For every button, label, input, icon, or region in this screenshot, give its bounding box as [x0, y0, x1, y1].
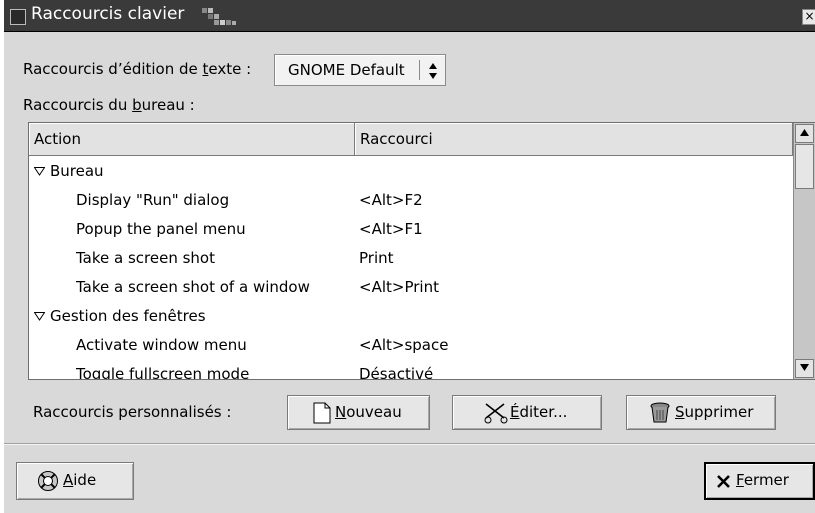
- scrollbar-thumb[interactable]: [795, 144, 814, 189]
- action-cell: Toggle fullscreen mode: [76, 365, 250, 380]
- desktop-shortcuts-label-mnemonic: b: [132, 96, 142, 114]
- shortcut-cell: <Alt>space: [359, 336, 449, 354]
- tree-row[interactable]: Activate window menu <Alt>space: [29, 332, 793, 361]
- text-shortcuts-label-pre: Raccourcis d’édition de: [23, 60, 203, 78]
- group-label: Gestion des fenêtres: [50, 307, 206, 325]
- scissors-icon: [484, 403, 508, 424]
- action-cell: Take a screen shot: [76, 249, 215, 267]
- action-cell: Display "Run" dialog: [76, 191, 230, 209]
- new-button-label: Nouveau: [335, 403, 402, 421]
- shortcut-cell: <Alt>F2: [359, 191, 423, 209]
- close-x-icon: [717, 475, 730, 488]
- edit-button-label: Éditer...: [510, 403, 567, 421]
- column-header-action[interactable]: Action: [29, 123, 355, 156]
- help-button-rest: ide: [73, 471, 97, 489]
- text-shortcuts-label: Raccourcis d’édition de texte :: [23, 60, 251, 78]
- edit-button[interactable]: Éditer...: [452, 395, 602, 430]
- close-button-label: Fermer: [736, 471, 789, 489]
- shortcut-cell: Désactivé: [359, 365, 434, 380]
- vertical-scrollbar[interactable]: [793, 123, 815, 379]
- trash-icon: [650, 402, 670, 423]
- tree-group-row[interactable]: Bureau: [29, 158, 793, 187]
- help-lifebuoy-icon: [38, 471, 58, 491]
- desktop-shortcuts-label-post: ureau :: [141, 96, 195, 114]
- close-icon: ×: [804, 9, 815, 23]
- delete-button-label: Supprimer: [675, 403, 753, 421]
- new-button-rest: ouveau: [346, 403, 402, 421]
- arrow-down-icon: [800, 364, 809, 371]
- help-button[interactable]: Aide: [16, 462, 134, 500]
- edit-button-rest: diter...: [519, 403, 568, 421]
- action-cell: Popup the panel menu: [76, 220, 246, 238]
- delete-button-rest: upprimer: [684, 403, 754, 421]
- desktop-shortcuts-label: Raccourcis du bureau :: [23, 96, 195, 114]
- new-document-icon: [313, 402, 331, 424]
- close-window-button[interactable]: ×: [802, 9, 815, 25]
- delete-button-mnemonic: S: [675, 403, 685, 421]
- desktop-shortcuts-label-pre: Raccourcis du: [23, 96, 133, 114]
- column-header-action-label: Action: [34, 130, 81, 148]
- custom-shortcuts-label: Raccourcis personnalisés :: [33, 403, 232, 421]
- expander-open-icon[interactable]: [34, 167, 45, 176]
- scroll-up-button[interactable]: [795, 124, 814, 143]
- text-shortcuts-select[interactable]: GNOME Default: [274, 54, 446, 86]
- scroll-down-button[interactable]: [795, 359, 814, 378]
- shortcut-cell: Print: [359, 249, 394, 267]
- action-cell: Take a screen shot of a window: [76, 278, 310, 296]
- title-grip-icon: [202, 8, 236, 25]
- column-header-shortcut[interactable]: Raccourci: [355, 123, 793, 156]
- arrow-up-icon: [800, 129, 809, 136]
- tree-row[interactable]: Take a screen shot of a window <Alt>Prin…: [29, 274, 793, 303]
- window-menu-icon[interactable]: [10, 9, 26, 25]
- text-shortcuts-label-post: exte :: [208, 60, 252, 78]
- keyboard-shortcuts-window: Raccourcis clavier × Raccourcis d’éditio…: [4, 0, 815, 513]
- shortcut-cell: <Alt>F1: [359, 220, 423, 238]
- new-button[interactable]: Nouveau: [287, 395, 430, 430]
- tree-row[interactable]: Take a screen shot Print: [29, 245, 793, 274]
- group-label: Bureau: [50, 162, 104, 180]
- up-down-arrows-icon: [429, 63, 437, 79]
- action-cell: Activate window menu: [76, 336, 247, 354]
- combo-separator: [419, 60, 420, 80]
- help-button-label: Aide: [63, 471, 96, 489]
- text-shortcuts-select-value: GNOME Default: [288, 61, 405, 79]
- expander-open-icon[interactable]: [34, 312, 45, 321]
- title-bar[interactable]: Raccourcis clavier ×: [4, 0, 815, 32]
- close-button[interactable]: Fermer: [704, 462, 815, 500]
- tree-group-row[interactable]: Gestion des fenêtres: [29, 303, 793, 332]
- close-button-rest: ermer: [743, 471, 789, 489]
- column-header-shortcut-label: Raccourci: [360, 130, 433, 148]
- footer-separator: [4, 443, 815, 445]
- tree-row[interactable]: Toggle fullscreen mode Désactivé: [29, 361, 793, 380]
- shortcuts-tree[interactable]: Action Raccourci Bureau Display "Run" di…: [28, 122, 815, 380]
- new-button-mnemonic: N: [335, 403, 347, 421]
- help-button-mnemonic: A: [63, 471, 74, 489]
- tree-row[interactable]: Display "Run" dialog <Alt>F2: [29, 187, 793, 216]
- delete-button[interactable]: Supprimer: [626, 395, 776, 430]
- window-title: Raccourcis clavier: [31, 4, 185, 24]
- shortcut-cell: <Alt>Print: [359, 278, 439, 296]
- tree-row[interactable]: Popup the panel menu <Alt>F1: [29, 216, 793, 245]
- close-button-mnemonic: F: [736, 471, 744, 489]
